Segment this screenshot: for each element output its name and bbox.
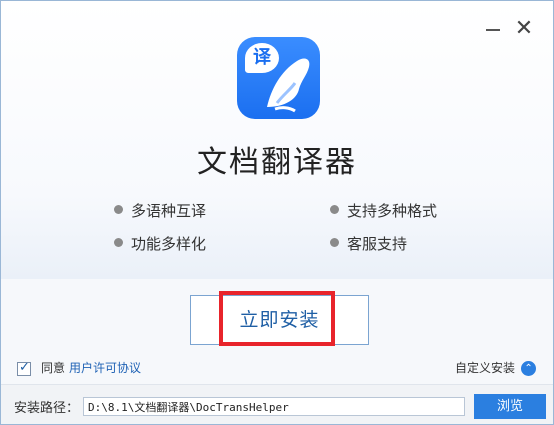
bullet-icon [114,205,123,214]
install-path-input[interactable] [83,397,465,416]
feature-item: 客服支持 [330,233,407,254]
feature-item: 功能多样化 [114,233,206,254]
app-logo: 译 [237,37,320,119]
agree-checkbox[interactable] [17,360,31,376]
feature-item: 支持多种格式 [330,200,437,221]
app-title: 文档翻译器 [197,145,357,180]
installer-window: ✕ 译 文档翻译器 多语种互译 支持多种格式 功能多样化 客服支持 立即安装 同… [0,0,554,425]
close-icon: ✕ [514,16,534,41]
bullet-icon [330,238,339,247]
logo-badge: 译 [245,43,279,73]
license-link[interactable]: 用户许可协议 [69,361,141,375]
custom-install-toggle[interactable]: 自定义安装 ⌃ [455,359,537,376]
feature-item: 多语种互译 [114,200,206,221]
bullet-icon [330,205,339,214]
chevron-up-icon: ⌃ [521,361,537,376]
close-button[interactable]: ✕ [514,16,534,41]
agreement-row: 同意用户许可协议 [17,359,141,376]
install-path-bar: 安装路径： 浏览 [1,384,553,424]
agree-label: 同意 [41,361,66,375]
minimize-button[interactable] [483,19,503,39]
install-now-button[interactable]: 立即安装 [190,295,369,345]
browse-button[interactable]: 浏览 [474,394,546,419]
feature-label: 支持多种格式 [347,202,438,220]
bullet-icon [114,238,123,247]
feature-label: 多语种互译 [131,202,207,220]
custom-install-label: 自定义安装 [455,361,516,375]
feature-label: 功能多样化 [131,235,207,253]
install-path-label: 安装路径： [14,401,80,416]
feature-label: 客服支持 [347,235,408,253]
